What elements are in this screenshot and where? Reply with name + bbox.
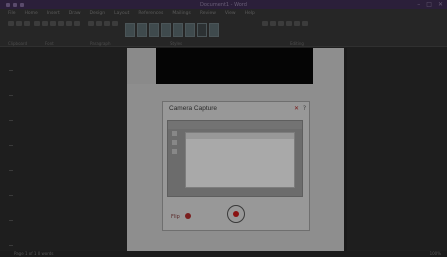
- ribbon: Clipboard Font Paragraph Styles Editing: [0, 17, 447, 47]
- maximize-button[interactable]: □: [426, 1, 432, 8]
- save-icon[interactable]: [6, 2, 10, 7]
- shutter-button[interactable]: [227, 205, 245, 223]
- sidebar-icon: [172, 131, 177, 136]
- sidebar-icon: [172, 149, 177, 154]
- tab-insert[interactable]: Insert: [47, 11, 60, 16]
- strikethrough-icon[interactable]: [58, 21, 64, 26]
- highlight-icon[interactable]: [74, 21, 80, 26]
- bullets-icon[interactable]: [88, 21, 94, 26]
- title-bar: Document1 - Word – □ ✕: [0, 0, 447, 9]
- window-controls: – □ ✕: [417, 1, 443, 8]
- group-label-clipboard: Clipboard: [8, 41, 28, 46]
- page-margin: [127, 48, 156, 84]
- camera-capture-dialog: Camera Capture ✕ ? Flip: [162, 101, 310, 231]
- style-heading-2[interactable]: [161, 23, 171, 37]
- style-title[interactable]: [173, 23, 183, 37]
- status-page-info: Page 1 of 1 0 words: [14, 251, 54, 256]
- document-page[interactable]: Camera Capture ✕ ? Flip: [127, 48, 344, 257]
- zoom-level[interactable]: 100%: [430, 251, 441, 256]
- vertical-ruler: [8, 50, 14, 250]
- camera-preview: [167, 120, 303, 197]
- align-left-icon[interactable]: [104, 21, 110, 26]
- dialog-title: Camera Capture: [169, 105, 218, 112]
- underline-icon[interactable]: [50, 21, 56, 26]
- sidebar-icon: [172, 140, 177, 145]
- group-label-styles: Styles: [170, 41, 183, 46]
- select-icon[interactable]: [278, 21, 284, 26]
- editor-icon[interactable]: [294, 21, 300, 26]
- designer-icon[interactable]: [302, 21, 308, 26]
- embedded-image[interactable]: [156, 48, 313, 84]
- find-icon[interactable]: [262, 21, 268, 26]
- preview-screen-header: [186, 133, 294, 139]
- word-window: Document1 - Word – □ ✕ File Home Insert …: [0, 0, 447, 257]
- group-label-paragraph: Paragraph: [90, 41, 111, 46]
- vertical-scrollbar[interactable]: [344, 48, 347, 257]
- flip-camera-icon[interactable]: [185, 213, 191, 219]
- cut-icon[interactable]: [16, 21, 22, 26]
- align-center-icon[interactable]: [112, 21, 118, 26]
- style-heading-1[interactable]: [149, 23, 159, 37]
- minimize-button[interactable]: –: [417, 1, 420, 8]
- style-subtitle[interactable]: [185, 23, 195, 37]
- paragraph-group: [88, 21, 122, 26]
- numbering-icon[interactable]: [96, 21, 102, 26]
- status-bar: Page 1 of 1 0 words 100%: [0, 251, 447, 257]
- font-color-icon[interactable]: [66, 21, 72, 26]
- redo-icon[interactable]: [20, 2, 24, 7]
- preview-toolbar: [168, 121, 302, 129]
- quick-access-toolbar: [0, 2, 24, 7]
- tab-references[interactable]: References: [138, 11, 163, 16]
- group-label-editing: Editing: [290, 41, 304, 46]
- tab-design[interactable]: Design: [90, 11, 106, 16]
- tab-mailings[interactable]: Mailings: [172, 11, 190, 16]
- preview-sidebar: [172, 131, 177, 154]
- style-normal[interactable]: [125, 23, 135, 37]
- tab-help[interactable]: Help: [245, 11, 255, 16]
- group-label-font: Font: [45, 41, 54, 46]
- clipboard-group: [8, 21, 30, 26]
- paste-icon[interactable]: [8, 21, 14, 26]
- ribbon-tabs: File Home Insert Draw Design Layout Refe…: [0, 9, 447, 17]
- flip-label: Flip: [171, 214, 180, 220]
- dictate-icon[interactable]: [286, 21, 292, 26]
- help-icon[interactable]: ?: [303, 105, 306, 112]
- copy-icon[interactable]: [24, 21, 30, 26]
- tab-draw[interactable]: Draw: [69, 11, 81, 16]
- close-button[interactable]: ✕: [438, 1, 443, 8]
- style-no-spacing[interactable]: [137, 23, 147, 37]
- window-title: Document1 - Word: [200, 2, 247, 8]
- shutter-icon: [233, 211, 239, 217]
- replace-icon[interactable]: [270, 21, 276, 26]
- undo-icon[interactable]: [13, 2, 17, 7]
- preview-screen: [185, 132, 295, 188]
- font-group: [34, 21, 84, 26]
- style-strong[interactable]: [209, 23, 219, 37]
- tab-file[interactable]: File: [8, 11, 16, 16]
- italic-icon[interactable]: [42, 21, 48, 26]
- style-emphasis[interactable]: [197, 23, 207, 37]
- editing-group: [262, 21, 352, 26]
- styles-gallery: [125, 23, 219, 37]
- close-icon[interactable]: ✕: [294, 105, 299, 112]
- tab-layout[interactable]: Layout: [114, 11, 129, 16]
- tab-home[interactable]: Home: [25, 11, 38, 16]
- tab-view[interactable]: View: [225, 11, 236, 16]
- tab-review[interactable]: Review: [200, 11, 216, 16]
- bold-icon[interactable]: [34, 21, 40, 26]
